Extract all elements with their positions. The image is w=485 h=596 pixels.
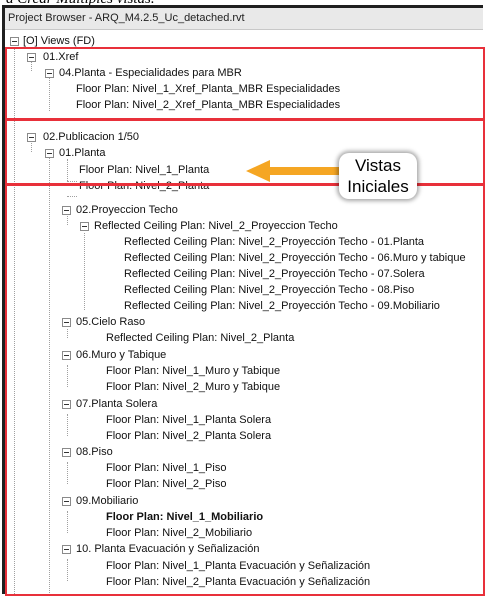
panel-title: Project Browser - ARQ_M4.2.5_Uc_detached… — [5, 8, 483, 30]
orange-arrow-icon — [246, 160, 340, 182]
callout-line-1: Vistas — [355, 156, 401, 175]
collapse-icon[interactable] — [10, 37, 19, 46]
annotation-callout: Vistas Iniciales — [339, 153, 417, 199]
highlight-box-remaining — [5, 184, 485, 596]
callout-line-2: Iniciales — [347, 177, 409, 196]
highlight-box-xref — [5, 47, 485, 120]
